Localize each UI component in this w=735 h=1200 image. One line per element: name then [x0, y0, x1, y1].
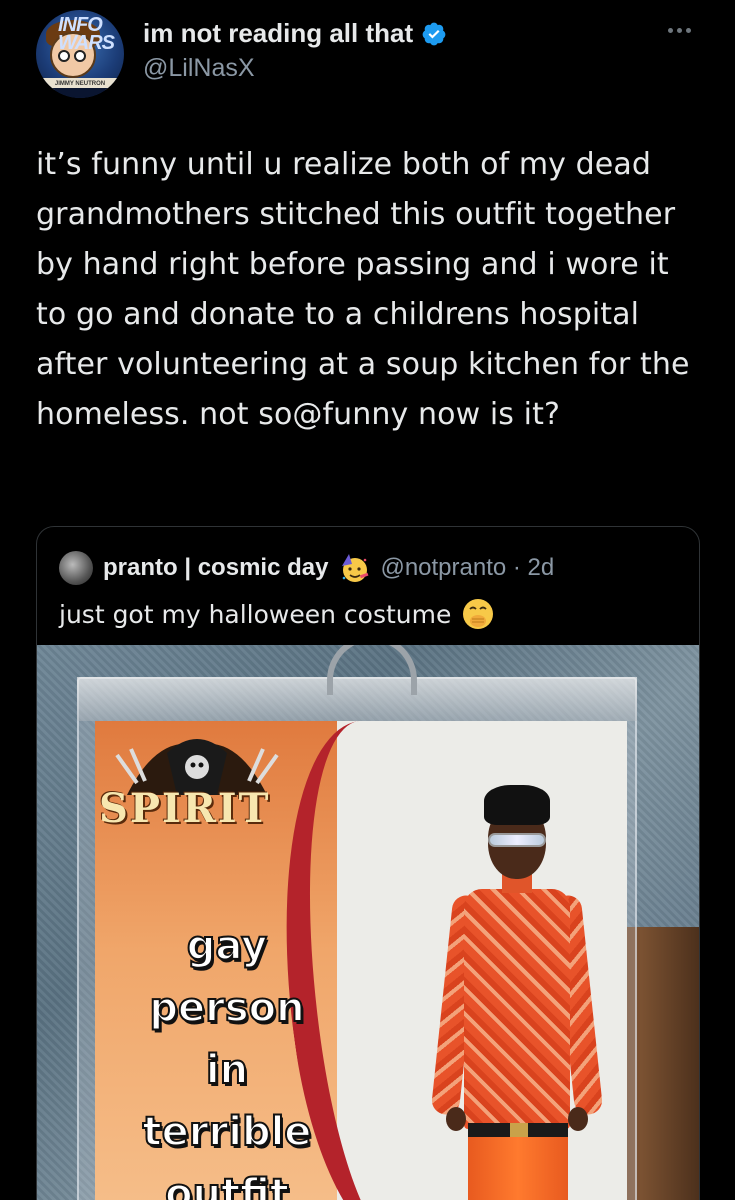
spirit-brand-text: SPIRIT — [99, 785, 271, 832]
more-options-icon[interactable] — [668, 22, 698, 38]
model-pants — [468, 1137, 568, 1200]
user-avatar[interactable]: INFO WARS JIMMY NEUTRON — [36, 10, 124, 98]
quote-handle-time[interactable]: @notpranto · 2d — [380, 554, 554, 582]
tweet-text: it’s funny until u realize both of my de… — [36, 147, 690, 432]
name-row: im not reading all that — [143, 18, 447, 49]
user-handle[interactable]: @LilNasX — [143, 54, 255, 83]
model-belt-buckle — [510, 1123, 528, 1137]
quote-text: just got my halloween costume — [59, 599, 452, 629]
costume-line: outfit — [164, 1170, 290, 1200]
model-hair — [484, 785, 550, 825]
verified-badge-icon — [422, 22, 446, 45]
more-dot — [677, 27, 682, 33]
quoted-tweet[interactable]: pranto | cosmic day @notpranto · 2d just… — [36, 526, 700, 1200]
quote-photo[interactable]: SPIRIT gay person in terrible outfit — [37, 645, 699, 1200]
model-shirt — [464, 889, 570, 1129]
more-dot — [686, 27, 691, 33]
face-with-hand-over-mouth-emoji — [463, 599, 494, 629]
costume-line: terrible — [142, 1108, 313, 1156]
partying-face-emoji — [342, 554, 369, 582]
quote-avatar[interactable] — [59, 551, 93, 585]
display-name[interactable]: im not reading all that — [143, 18, 413, 49]
costume-line: gay — [186, 922, 268, 970]
costume-line: person — [148, 984, 305, 1032]
tweet-header: INFO WARS JIMMY NEUTRON im not reading a… — [0, 0, 735, 110]
model-sunglasses — [488, 833, 546, 847]
costume-line: in — [205, 1046, 249, 1094]
costume-label: gay person in terrible outfit — [117, 915, 337, 1200]
costume-model — [430, 785, 604, 1200]
avatar-desk — [36, 88, 124, 98]
model-hand-left — [446, 1107, 466, 1131]
avatar-banner-text: INFO WARS — [58, 14, 115, 54]
quote-text-row: just got my halloween costume — [59, 597, 495, 631]
hanger-hook — [327, 645, 417, 695]
more-dot — [668, 27, 673, 33]
quote-header: pranto | cosmic day @notpranto · 2d — [59, 551, 554, 585]
model-hand-right — [568, 1107, 588, 1131]
quote-display-name[interactable]: pranto | cosmic day — [103, 554, 328, 582]
